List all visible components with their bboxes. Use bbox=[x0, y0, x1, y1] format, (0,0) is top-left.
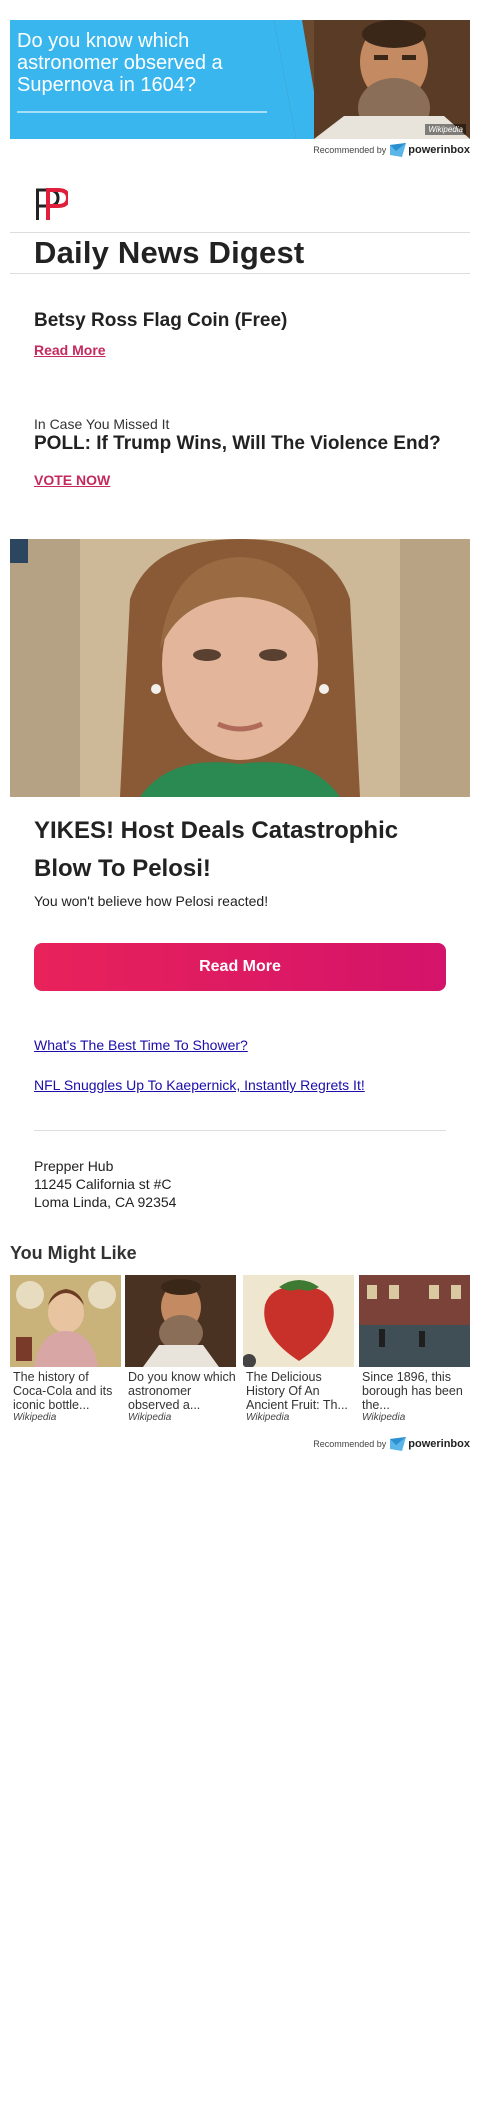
card-source: Wikipedia bbox=[246, 1412, 290, 1423]
footer-city: Loma Linda, CA 92354 bbox=[34, 1194, 177, 1210]
story-title: Betsy Ross Flag Coin (Free) bbox=[34, 310, 288, 331]
footer-divider bbox=[34, 1130, 446, 1131]
card-thumbnail[interactable] bbox=[359, 1275, 470, 1367]
recommendation-card[interactable]: Do you know which astronomer observed a.… bbox=[125, 1275, 236, 1423]
read-more-button[interactable]: Read More bbox=[34, 943, 446, 991]
recommended-by-top[interactable]: Recommended by powerinbox bbox=[313, 142, 470, 158]
card-thumbnail[interactable] bbox=[125, 1275, 236, 1367]
card-thumbnail[interactable] bbox=[10, 1275, 121, 1367]
prepper-hub-logo[interactable] bbox=[34, 188, 68, 222]
recommendation-card[interactable]: The history of Coca-Cola and its iconic … bbox=[10, 1275, 121, 1423]
card-thumbnail[interactable] bbox=[243, 1275, 354, 1367]
vote-now-link[interactable]: VOTE NOW bbox=[34, 472, 110, 488]
header-divider-bottom bbox=[10, 273, 470, 274]
ad-source-label: Wikipedia bbox=[425, 124, 466, 135]
feature-photo[interactable] bbox=[10, 539, 470, 797]
card-title[interactable]: Do you know which astronomer observed a.… bbox=[125, 1370, 236, 1412]
newsletter-title: Daily News Digest bbox=[34, 235, 305, 270]
feature-subline: You won't believe how Pelosi reacted! bbox=[34, 893, 269, 909]
recommended-by-bottom[interactable]: Recommended by powerinbox bbox=[313, 1436, 470, 1452]
powerinbox-icon bbox=[390, 143, 407, 157]
powerinbox-logo[interactable]: powerinbox bbox=[390, 143, 470, 157]
card-source: Wikipedia bbox=[362, 1412, 406, 1423]
card-title[interactable]: Since 1896, this borough has been the... bbox=[359, 1370, 470, 1412]
footer-street: 11245 California st #C bbox=[34, 1176, 172, 1192]
ad-portrait-image[interactable]: Wikipedia bbox=[274, 20, 470, 139]
poll-title: POLL: If Trump Wins, Will The Violence E… bbox=[34, 433, 441, 454]
recommendation-card[interactable]: Since 1896, this borough has been the...… bbox=[359, 1275, 470, 1423]
header-divider-top bbox=[10, 232, 470, 233]
recommended-label: Recommended by bbox=[313, 145, 387, 155]
story-kicker: In Case You Missed It bbox=[34, 416, 170, 432]
recommendation-card[interactable]: The Delicious History Of An Ancient Frui… bbox=[243, 1275, 354, 1423]
article-link[interactable]: What's The Best Time To Shower? bbox=[34, 1037, 248, 1053]
powerinbox-icon bbox=[390, 1437, 407, 1451]
ad-headline[interactable]: Do you know which astronomer observed a … bbox=[17, 30, 277, 96]
ad-divider bbox=[17, 111, 267, 113]
card-title[interactable]: The history of Coca-Cola and its iconic … bbox=[10, 1370, 121, 1412]
card-source: Wikipedia bbox=[13, 1412, 57, 1423]
you-might-like-title: You Might Like bbox=[10, 1243, 137, 1263]
article-link[interactable]: NFL Snuggles Up To Kaepernick, Instantly… bbox=[34, 1077, 365, 1093]
feature-headline: YIKES! Host Deals Catastrophic Blow To P… bbox=[34, 817, 399, 882]
read-more-link[interactable]: Read More bbox=[34, 342, 106, 358]
card-title[interactable]: The Delicious History Of An Ancient Frui… bbox=[243, 1370, 354, 1412]
powerinbox-logo[interactable]: powerinbox bbox=[390, 1437, 470, 1451]
recommended-label: Recommended by bbox=[313, 1439, 387, 1449]
top-ad-banner[interactable]: Do you know which astronomer observed a … bbox=[10, 20, 470, 139]
footer-company-name: Prepper Hub bbox=[34, 1158, 114, 1174]
card-source: Wikipedia bbox=[128, 1412, 172, 1423]
